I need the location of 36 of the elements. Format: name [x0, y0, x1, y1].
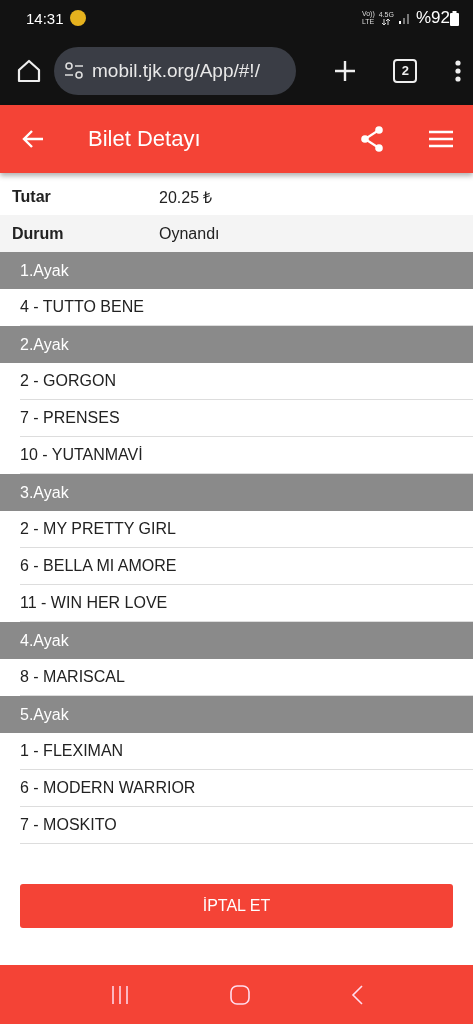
back-arrow-icon[interactable] — [22, 129, 44, 149]
recents-icon[interactable] — [110, 985, 131, 1004]
signal-icon — [397, 11, 412, 25]
cancel-button[interactable]: İPTAL ET — [20, 884, 453, 928]
page-title: Bilet Detayı — [88, 126, 202, 152]
clock-time: 14:31 — [26, 9, 64, 27]
battery-percent: %92 — [415, 8, 450, 28]
horse-entry: 1 - FLEXIMAN — [20, 733, 473, 770]
leg-header: 2.Ayak — [0, 326, 473, 363]
horse-entry: 2 - MY PRETTY GIRL — [20, 511, 473, 548]
battery-icon — [450, 10, 459, 26]
back-icon[interactable] — [350, 984, 363, 1005]
address-bar[interactable]: mobil.tjk.org/App/#!/ — [54, 46, 296, 95]
horse-entry: 6 - MODERN WARRIOR — [20, 770, 473, 807]
detail-label: Durum — [12, 224, 65, 243]
tab-count-button[interactable]: 2 — [393, 58, 418, 83]
horse-entry: 7 - MOSKITO — [20, 807, 473, 844]
home-button-icon[interactable] — [230, 984, 251, 1005]
leg-header: 1.Ayak — [0, 252, 473, 289]
menu-icon[interactable] — [429, 130, 453, 148]
detail-value: Oynandı — [159, 224, 220, 243]
horse-entry: 7 - PRENSES — [20, 400, 473, 437]
home-icon[interactable] — [16, 57, 42, 84]
detail-label: Tutar — [12, 187, 52, 206]
share-icon[interactable] — [360, 126, 384, 152]
leg-header: 3.Ayak — [0, 474, 473, 511]
leg-header: 4.Ayak — [0, 622, 473, 659]
new-tab-icon[interactable] — [333, 59, 356, 82]
horse-entry: 6 - BELLA MI AMORE — [20, 548, 473, 585]
site-settings-icon[interactable] — [64, 61, 84, 80]
horse-entry: 2 - GORGON — [20, 363, 473, 400]
data-arrows-icon — [381, 19, 392, 25]
app-notification-icon — [69, 10, 86, 26]
leg-header: 5.Ayak — [0, 696, 473, 733]
more-icon[interactable] — [455, 59, 461, 82]
detail-value: 20.25 ₺ — [159, 187, 213, 208]
